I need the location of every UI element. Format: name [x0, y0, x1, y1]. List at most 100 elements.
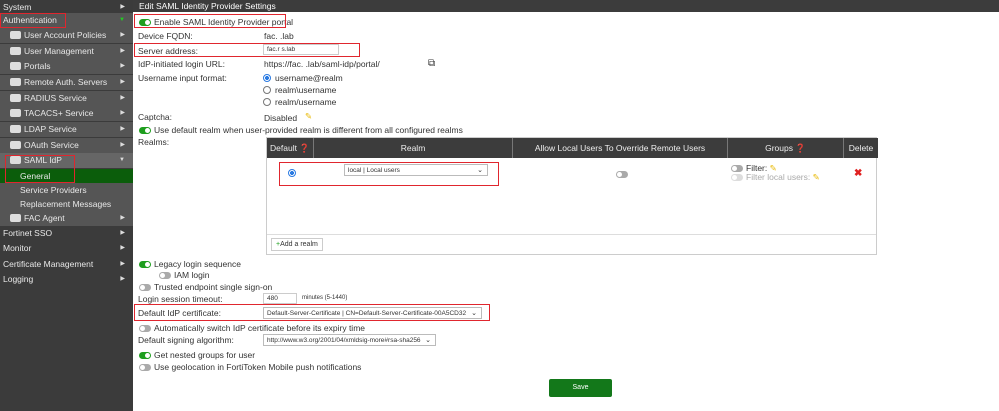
radio-realm-backslash[interactable]: realm\username [263, 85, 336, 95]
label: Service Providers [20, 185, 87, 195]
edit-pencil-icon[interactable]: ✎ [305, 111, 312, 122]
nested-groups-toggle[interactable]: Get nested groups for user [139, 350, 255, 360]
toggle-off-icon [159, 272, 171, 279]
chevron-right-icon: ▶ [120, 79, 125, 85]
oauth-icon [10, 141, 21, 149]
label: Logging [3, 274, 34, 284]
radio-username-realm[interactable]: username@realm [263, 73, 343, 83]
chevron-right-icon: ▶ [120, 126, 125, 132]
filter-local-toggle[interactable]: Filter local users: ✎ [731, 172, 820, 183]
highlight-box [0, 13, 66, 28]
sidebar-item-tacacs-service[interactable]: TACACS+ Service ▶ [0, 106, 133, 121]
chevron-down-icon: ⌄ [425, 337, 431, 344]
chevron-right-icon: ▶ [120, 142, 125, 148]
signing-select[interactable]: http://www.w3.org/2001/04/xmldsig-more#r… [263, 334, 436, 346]
chevron-right-icon: ▶ [120, 276, 125, 282]
chevron-right-icon: ▶ [120, 63, 125, 69]
label: Monitor [3, 243, 32, 253]
toggle-on-icon [139, 352, 151, 359]
save-button[interactable]: Save [549, 379, 612, 397]
label: TACACS+ Service [24, 108, 94, 118]
label: User Management [24, 46, 94, 56]
add-realm-button[interactable]: +Add a realm [271, 238, 323, 251]
sidebar-item-portals[interactable]: Portals ▶ [0, 59, 133, 74]
trusted-endpoint-toggle[interactable]: Trusted endpoint single sign-on [139, 282, 272, 292]
col-groups: Groups ❓ [728, 138, 844, 158]
toggle-off-icon [139, 284, 151, 291]
sidebar: System ▶ Authentication ▼ User Account Pol… [0, 0, 133, 411]
ldap-icon [10, 125, 21, 133]
col-delete: Delete [844, 138, 878, 158]
help-icon: ❓ [795, 143, 806, 153]
sidebar-item-replacement-messages[interactable]: Replacement Messages [0, 197, 133, 211]
legacy-login-toggle[interactable]: Legacy login sequence [139, 259, 241, 269]
sidebar-item-fortinet-sso[interactable]: Fortinet SSO ▶ [0, 226, 133, 241]
sidebar-item-monitor[interactable]: Monitor ▶ [0, 241, 133, 256]
network-icon [10, 109, 21, 117]
sidebar-item-remote-auth-servers[interactable]: Remote Auth. Servers ▶ [0, 75, 133, 90]
chevron-right-icon: ▶ [120, 32, 125, 38]
timeout-label: Login session timeout: [138, 294, 223, 304]
label: Replacement Messages [20, 199, 112, 209]
label: Use default realm when user-provided rea… [154, 125, 463, 135]
copy-icon[interactable]: ⧉ [428, 58, 435, 69]
auto-switch-toggle[interactable]: Automatically switch IdP certificate bef… [139, 323, 365, 333]
label: Remote Auth. Servers [24, 77, 108, 87]
delete-icon[interactable]: ✖ [854, 168, 862, 179]
realms-label: Realms: [138, 137, 170, 147]
label: LDAP Service [24, 124, 77, 134]
toggle-off-icon [731, 165, 743, 172]
sidebar-item-user-account-policies[interactable]: User Account Policies ▶ [0, 28, 133, 43]
sidebar-item-fac-agent[interactable]: FAC Agent ▶ [0, 211, 133, 226]
timeout-input[interactable]: 480 [263, 293, 297, 304]
label: OAuth Service [24, 140, 79, 150]
label: Trusted endpoint single sign-on [154, 282, 273, 292]
sidebar-item-ldap-service[interactable]: LDAP Service ▶ [0, 122, 133, 137]
label: Filter local users: [746, 172, 811, 182]
label: Certificate Management [3, 259, 94, 269]
toggle-on-icon [139, 127, 151, 134]
radio-icon [263, 86, 271, 94]
label: Portals [24, 61, 51, 71]
radio-icon [263, 74, 271, 82]
iam-login-toggle[interactable]: IAM login [159, 270, 209, 280]
sidebar-item-logging[interactable]: Logging ▶ [0, 272, 133, 287]
chevron-right-icon: ▶ [120, 230, 125, 236]
page-title: Edit SAML Identity Provider Settings [133, 0, 999, 12]
label: FAC Agent [24, 213, 65, 223]
sidebar-item-service-providers[interactable]: Service Providers [0, 183, 133, 197]
highlight-box [134, 304, 490, 321]
toggle-off-icon [731, 174, 743, 181]
sidebar-item-user-management[interactable]: User Management ▶ [0, 44, 133, 59]
label: realm/username [275, 97, 337, 107]
sidebar-item-certificate-management[interactable]: Certificate Management ▶ [0, 257, 133, 272]
col-default: Default ❓ [267, 138, 314, 158]
chevron-right-icon: ▶ [120, 110, 125, 116]
label: Legacy login sequence [154, 259, 241, 269]
label: RADIUS Service [24, 93, 87, 103]
chevron-right-icon: ▶ [120, 215, 125, 221]
label: Groups [765, 143, 793, 153]
chevron-right-icon: ▶ [120, 261, 125, 267]
allow-override-toggle[interactable] [616, 169, 631, 179]
portal-icon [10, 62, 21, 70]
toggle-off-icon [616, 171, 628, 178]
radio-realm-slash[interactable]: realm/username [263, 97, 336, 107]
edit-pencil-icon[interactable]: ✎ [813, 172, 820, 182]
sidebar-item-radius-service[interactable]: RADIUS Service ▶ [0, 91, 133, 106]
label: realm\username [275, 85, 337, 95]
highlight-box [134, 14, 286, 28]
captcha-label: Captcha: [138, 112, 173, 122]
main-panel: Edit SAML Identity Provider Settings Ena… [133, 0, 999, 411]
label: Default [270, 143, 297, 153]
radio-icon [263, 98, 271, 106]
geolocation-toggle[interactable]: Use geolocation in FortiToken Mobile pus… [139, 362, 361, 372]
toggle-off-icon [139, 364, 151, 371]
label: System [3, 2, 32, 12]
signing-label: Default signing algorithm: [138, 335, 234, 345]
sidebar-item-oauth-service[interactable]: OAuth Service ▶ [0, 138, 133, 153]
label: Add a realm [280, 241, 318, 248]
default-realm-toggle[interactable]: Use default realm when user-provided rea… [139, 125, 463, 135]
user-icon [10, 31, 21, 39]
label: Use geolocation in FortiToken Mobile pus… [154, 362, 362, 372]
